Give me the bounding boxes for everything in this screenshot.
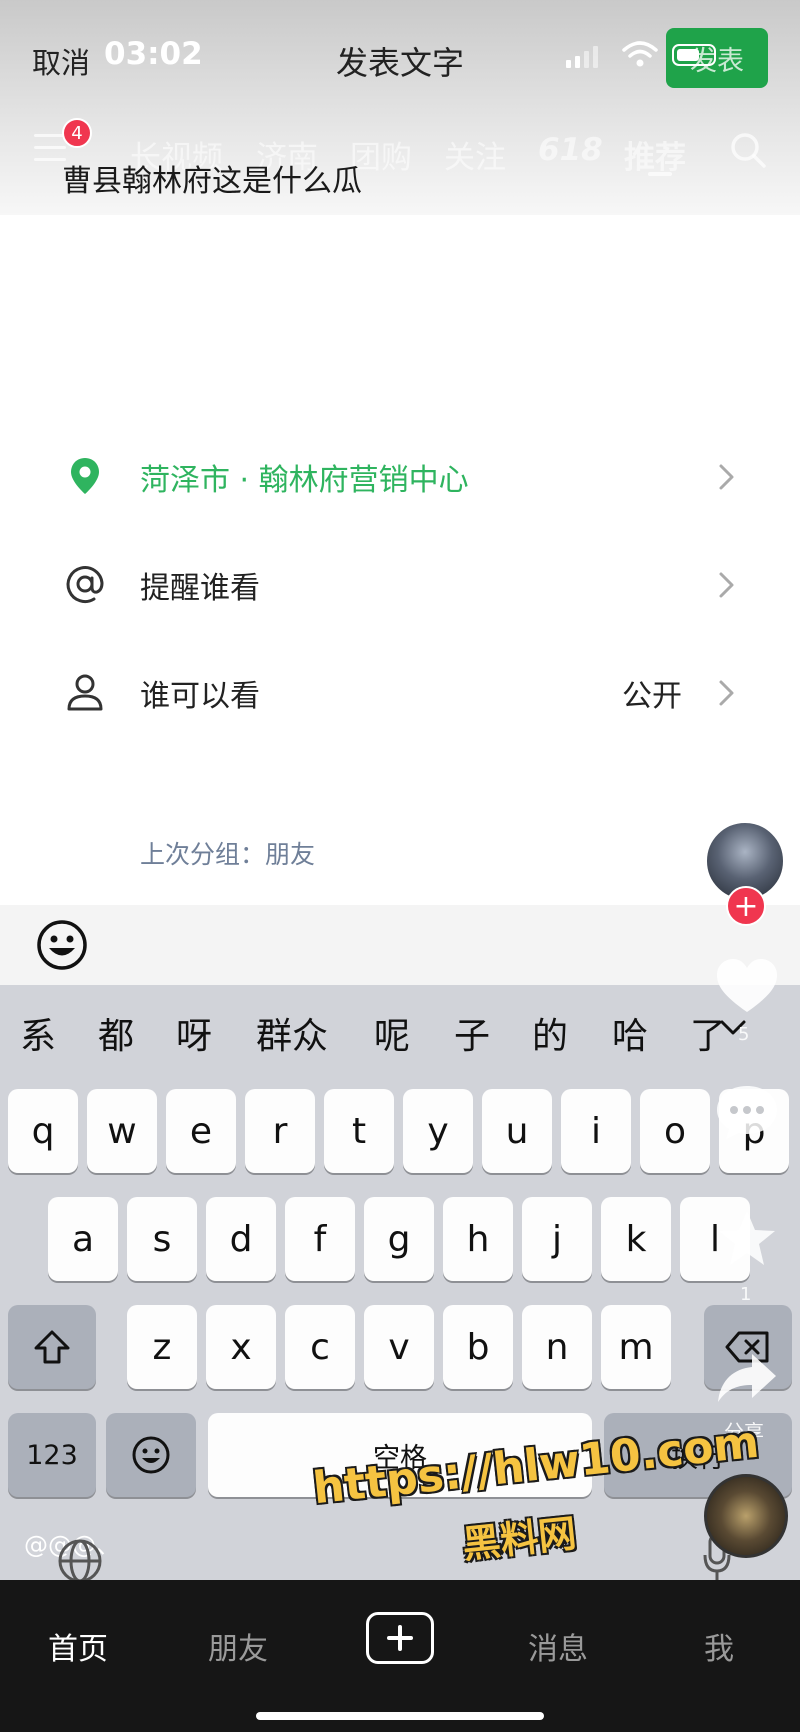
key[interactable]: n <box>522 1305 592 1389</box>
key[interactable]: e <box>166 1089 236 1173</box>
candidate-word[interactable]: 呀 <box>176 1007 212 1059</box>
emoji-icon[interactable] <box>36 919 88 971</box>
follow-plus-icon[interactable]: + <box>726 886 766 926</box>
location-pin-icon <box>71 458 99 494</box>
key[interactable]: w <box>87 1089 157 1173</box>
tab-me[interactable]: 我 <box>704 1624 734 1668</box>
key[interactable]: c <box>285 1305 355 1389</box>
visibility-label: 谁可以看 <box>140 679 260 714</box>
key[interactable]: h <box>443 1197 513 1281</box>
music-disc-icon[interactable] <box>704 1474 788 1558</box>
key[interactable]: m <box>601 1305 671 1389</box>
at-icon <box>66 566 104 604</box>
tab-messages[interactable]: 消息 <box>528 1624 588 1668</box>
chevron-right-icon <box>719 464 734 490</box>
create-button[interactable] <box>366 1612 434 1664</box>
mention-label: 提醒谁看 <box>140 571 260 606</box>
wifi-icon <box>622 41 658 67</box>
chevron-right-icon <box>719 572 734 598</box>
key[interactable]: z <box>127 1305 197 1389</box>
background-nav-underline <box>648 172 672 176</box>
key[interactable]: a <box>48 1197 118 1281</box>
visibility-row[interactable]: 谁可以看 公开 <box>0 639 800 747</box>
signal-icon <box>566 46 598 68</box>
key[interactable]: b <box>443 1305 513 1389</box>
background-nav-tab: 推荐 <box>624 140 686 176</box>
plus-icon <box>387 1625 413 1651</box>
visibility-value: 公开 <box>622 679 682 714</box>
key[interactable]: o <box>640 1089 710 1173</box>
location-row[interactable]: 菏泽市 · 翰林府营销中心 <box>0 423 800 531</box>
candidate-bar: 系 都 呀 群众 呢 子 的 哈 了 <box>0 985 800 1081</box>
candidate-word[interactable]: 都 <box>98 1007 134 1059</box>
key[interactable]: v <box>364 1305 434 1389</box>
shift-key[interactable] <box>8 1305 96 1389</box>
key[interactable]: y <box>403 1089 473 1173</box>
candidate-word[interactable]: 的 <box>532 1007 568 1059</box>
emoji-icon <box>132 1436 170 1474</box>
key[interactable]: d <box>206 1197 276 1281</box>
favorite-count: 1 <box>740 1284 752 1305</box>
composer-options: 菏泽市 · 翰林府营销中心 提醒谁看 谁可以看 公开 上次分组：朋友 <box>0 215 800 905</box>
comment-icon[interactable] <box>714 1082 780 1142</box>
heart-icon[interactable] <box>714 956 780 1016</box>
share-icon[interactable] <box>716 1350 778 1406</box>
globe-icon[interactable] <box>56 1537 104 1585</box>
key[interactable]: f <box>285 1197 355 1281</box>
key[interactable]: k <box>601 1197 671 1281</box>
key[interactable]: g <box>364 1197 434 1281</box>
key[interactable]: i <box>561 1089 631 1173</box>
last-group-hint[interactable]: 上次分组：朋友 <box>140 835 315 871</box>
star-icon[interactable] <box>716 1208 778 1268</box>
header-area: 4 长视频 济南 团购 关注 618 推荐 取消 03:02 发表文字 发表 曹… <box>0 0 800 215</box>
key[interactable]: s <box>127 1197 197 1281</box>
candidate-word[interactable]: 哈 <box>612 1007 648 1059</box>
key[interactable]: r <box>245 1089 315 1173</box>
tab-friends[interactable]: 朋友 <box>208 1624 268 1668</box>
search-icon <box>731 133 766 168</box>
like-count: 5 <box>738 1024 750 1045</box>
background-nav-tab: 关注 <box>444 140 506 176</box>
shift-icon <box>34 1330 70 1364</box>
key[interactable]: t <box>324 1089 394 1173</box>
post-text-input[interactable]: 曹县翰林府这是什么瓜 <box>62 156 362 200</box>
emoji-bar <box>0 905 800 985</box>
candidate-word[interactable]: 群众 <box>256 1007 328 1059</box>
key[interactable]: q <box>8 1089 78 1173</box>
mention-row[interactable]: 提醒谁看 <box>0 531 800 639</box>
background-nav-tab: 618 <box>538 132 603 168</box>
chevron-right-icon <box>719 680 734 706</box>
location-label: 菏泽市 · 翰林府营销中心 <box>140 463 469 498</box>
bottom-tab-bar: 首页 朋友 消息 我 <box>0 1580 800 1732</box>
key[interactable]: j <box>522 1197 592 1281</box>
person-icon <box>67 674 103 711</box>
battery-icon <box>672 44 716 66</box>
tab-home[interactable]: 首页 <box>48 1624 108 1668</box>
key[interactable]: x <box>206 1305 276 1389</box>
status-bar: 取消 03:02 发表文字 发表 <box>0 0 800 120</box>
home-indicator <box>256 1712 544 1720</box>
numbers-key[interactable]: 123 <box>8 1413 96 1497</box>
candidate-word[interactable]: 系 <box>20 1007 56 1059</box>
emoji-key[interactable] <box>106 1413 196 1497</box>
key[interactable]: u <box>482 1089 552 1173</box>
candidate-word[interactable]: 子 <box>454 1007 490 1059</box>
candidate-word[interactable]: 呢 <box>374 1007 410 1059</box>
